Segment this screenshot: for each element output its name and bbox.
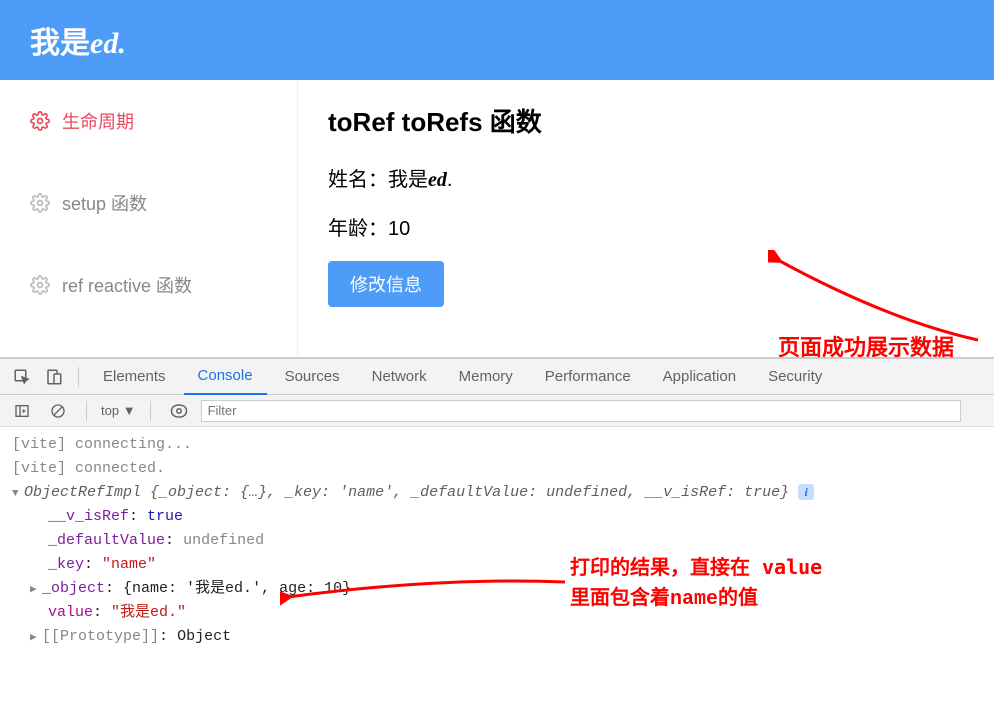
- main-content: toRef toRefs 函数 姓名：我是ed. 年龄：10 修改信息: [298, 80, 994, 357]
- log-prop: _defaultValue: undefined: [12, 529, 982, 553]
- age-label: 年龄：: [328, 218, 388, 240]
- sidebar-item-ref-reactive[interactable]: ref reactive 函数: [0, 244, 297, 326]
- log-object-summary[interactable]: ▼ObjectRefImpl {_object: {…}, _key: 'nam…: [12, 481, 982, 505]
- console-output: [vite] connecting... [vite] connected. ▼…: [0, 427, 994, 655]
- app-title: 我是ed.: [30, 27, 126, 60]
- tab-network[interactable]: Network: [358, 359, 441, 395]
- tab-sources[interactable]: Sources: [271, 359, 354, 395]
- devtools: Elements Console Sources Network Memory …: [0, 357, 994, 655]
- gear-icon: [30, 193, 50, 213]
- age-row: 年龄：10: [328, 212, 964, 241]
- name-value-pre: 我是: [388, 169, 428, 191]
- info-icon[interactable]: i: [798, 484, 814, 500]
- toggle-sidebar-icon[interactable]: [8, 397, 36, 425]
- sidebar: 生命周期 setup 函数 ref reactive 函数: [0, 80, 298, 357]
- title-italic: ed.: [90, 27, 126, 60]
- tab-console[interactable]: Console: [184, 359, 267, 395]
- tab-application[interactable]: Application: [649, 359, 750, 395]
- age-value: 10: [388, 218, 410, 240]
- title-text: 我是: [30, 27, 90, 60]
- log-prop: __v_isRef: true: [12, 505, 982, 529]
- tab-memory[interactable]: Memory: [445, 359, 527, 395]
- log-line: [vite] connecting...: [12, 433, 982, 457]
- separator: [150, 401, 151, 421]
- log-prop: _key: "name": [12, 553, 982, 577]
- tab-performance[interactable]: Performance: [531, 359, 645, 395]
- inspect-element-icon[interactable]: [8, 363, 36, 391]
- name-row: 姓名：我是ed.: [328, 163, 964, 192]
- separator: [78, 367, 79, 387]
- name-value-italic: ed: [428, 169, 447, 191]
- annotation-arrow-1: [768, 250, 988, 360]
- app-body: 生命周期 setup 函数 ref reactive 函数 toRef toRe…: [0, 80, 994, 357]
- log-prop[interactable]: ▶_object: {name: '我是ed.', age: 10}: [12, 577, 982, 601]
- name-value-post: .: [447, 169, 453, 191]
- sidebar-item-lifecycle[interactable]: 生命周期: [0, 80, 297, 162]
- gear-icon: [30, 275, 50, 295]
- log-prop[interactable]: ▶[[Prototype]]: Object: [12, 625, 982, 649]
- device-toggle-icon[interactable]: [40, 363, 68, 391]
- log-line: [vite] connected.: [12, 457, 982, 481]
- sidebar-item-label: 生命周期: [62, 108, 134, 134]
- sidebar-item-label: ref reactive 函数: [62, 272, 192, 298]
- gear-icon: [30, 111, 50, 131]
- context-selector[interactable]: top ▼: [101, 403, 136, 418]
- tab-security[interactable]: Security: [754, 359, 836, 395]
- tab-elements[interactable]: Elements: [89, 359, 180, 395]
- modify-button[interactable]: 修改信息: [328, 261, 444, 307]
- log-prop: value: "我是ed.": [12, 601, 982, 625]
- page-title: toRef toRefs 函数: [328, 102, 964, 139]
- clear-console-icon[interactable]: [44, 397, 72, 425]
- live-expression-icon[interactable]: [165, 397, 193, 425]
- devtools-tabbar: Elements Console Sources Network Memory …: [0, 359, 994, 395]
- name-label: 姓名：: [328, 169, 388, 191]
- console-toolbar: top ▼: [0, 395, 994, 427]
- sidebar-item-label: setup 函数: [62, 190, 147, 216]
- app-header: 我是ed.: [0, 0, 994, 80]
- separator: [86, 401, 87, 421]
- filter-input[interactable]: [201, 400, 961, 422]
- sidebar-item-setup[interactable]: setup 函数: [0, 162, 297, 244]
